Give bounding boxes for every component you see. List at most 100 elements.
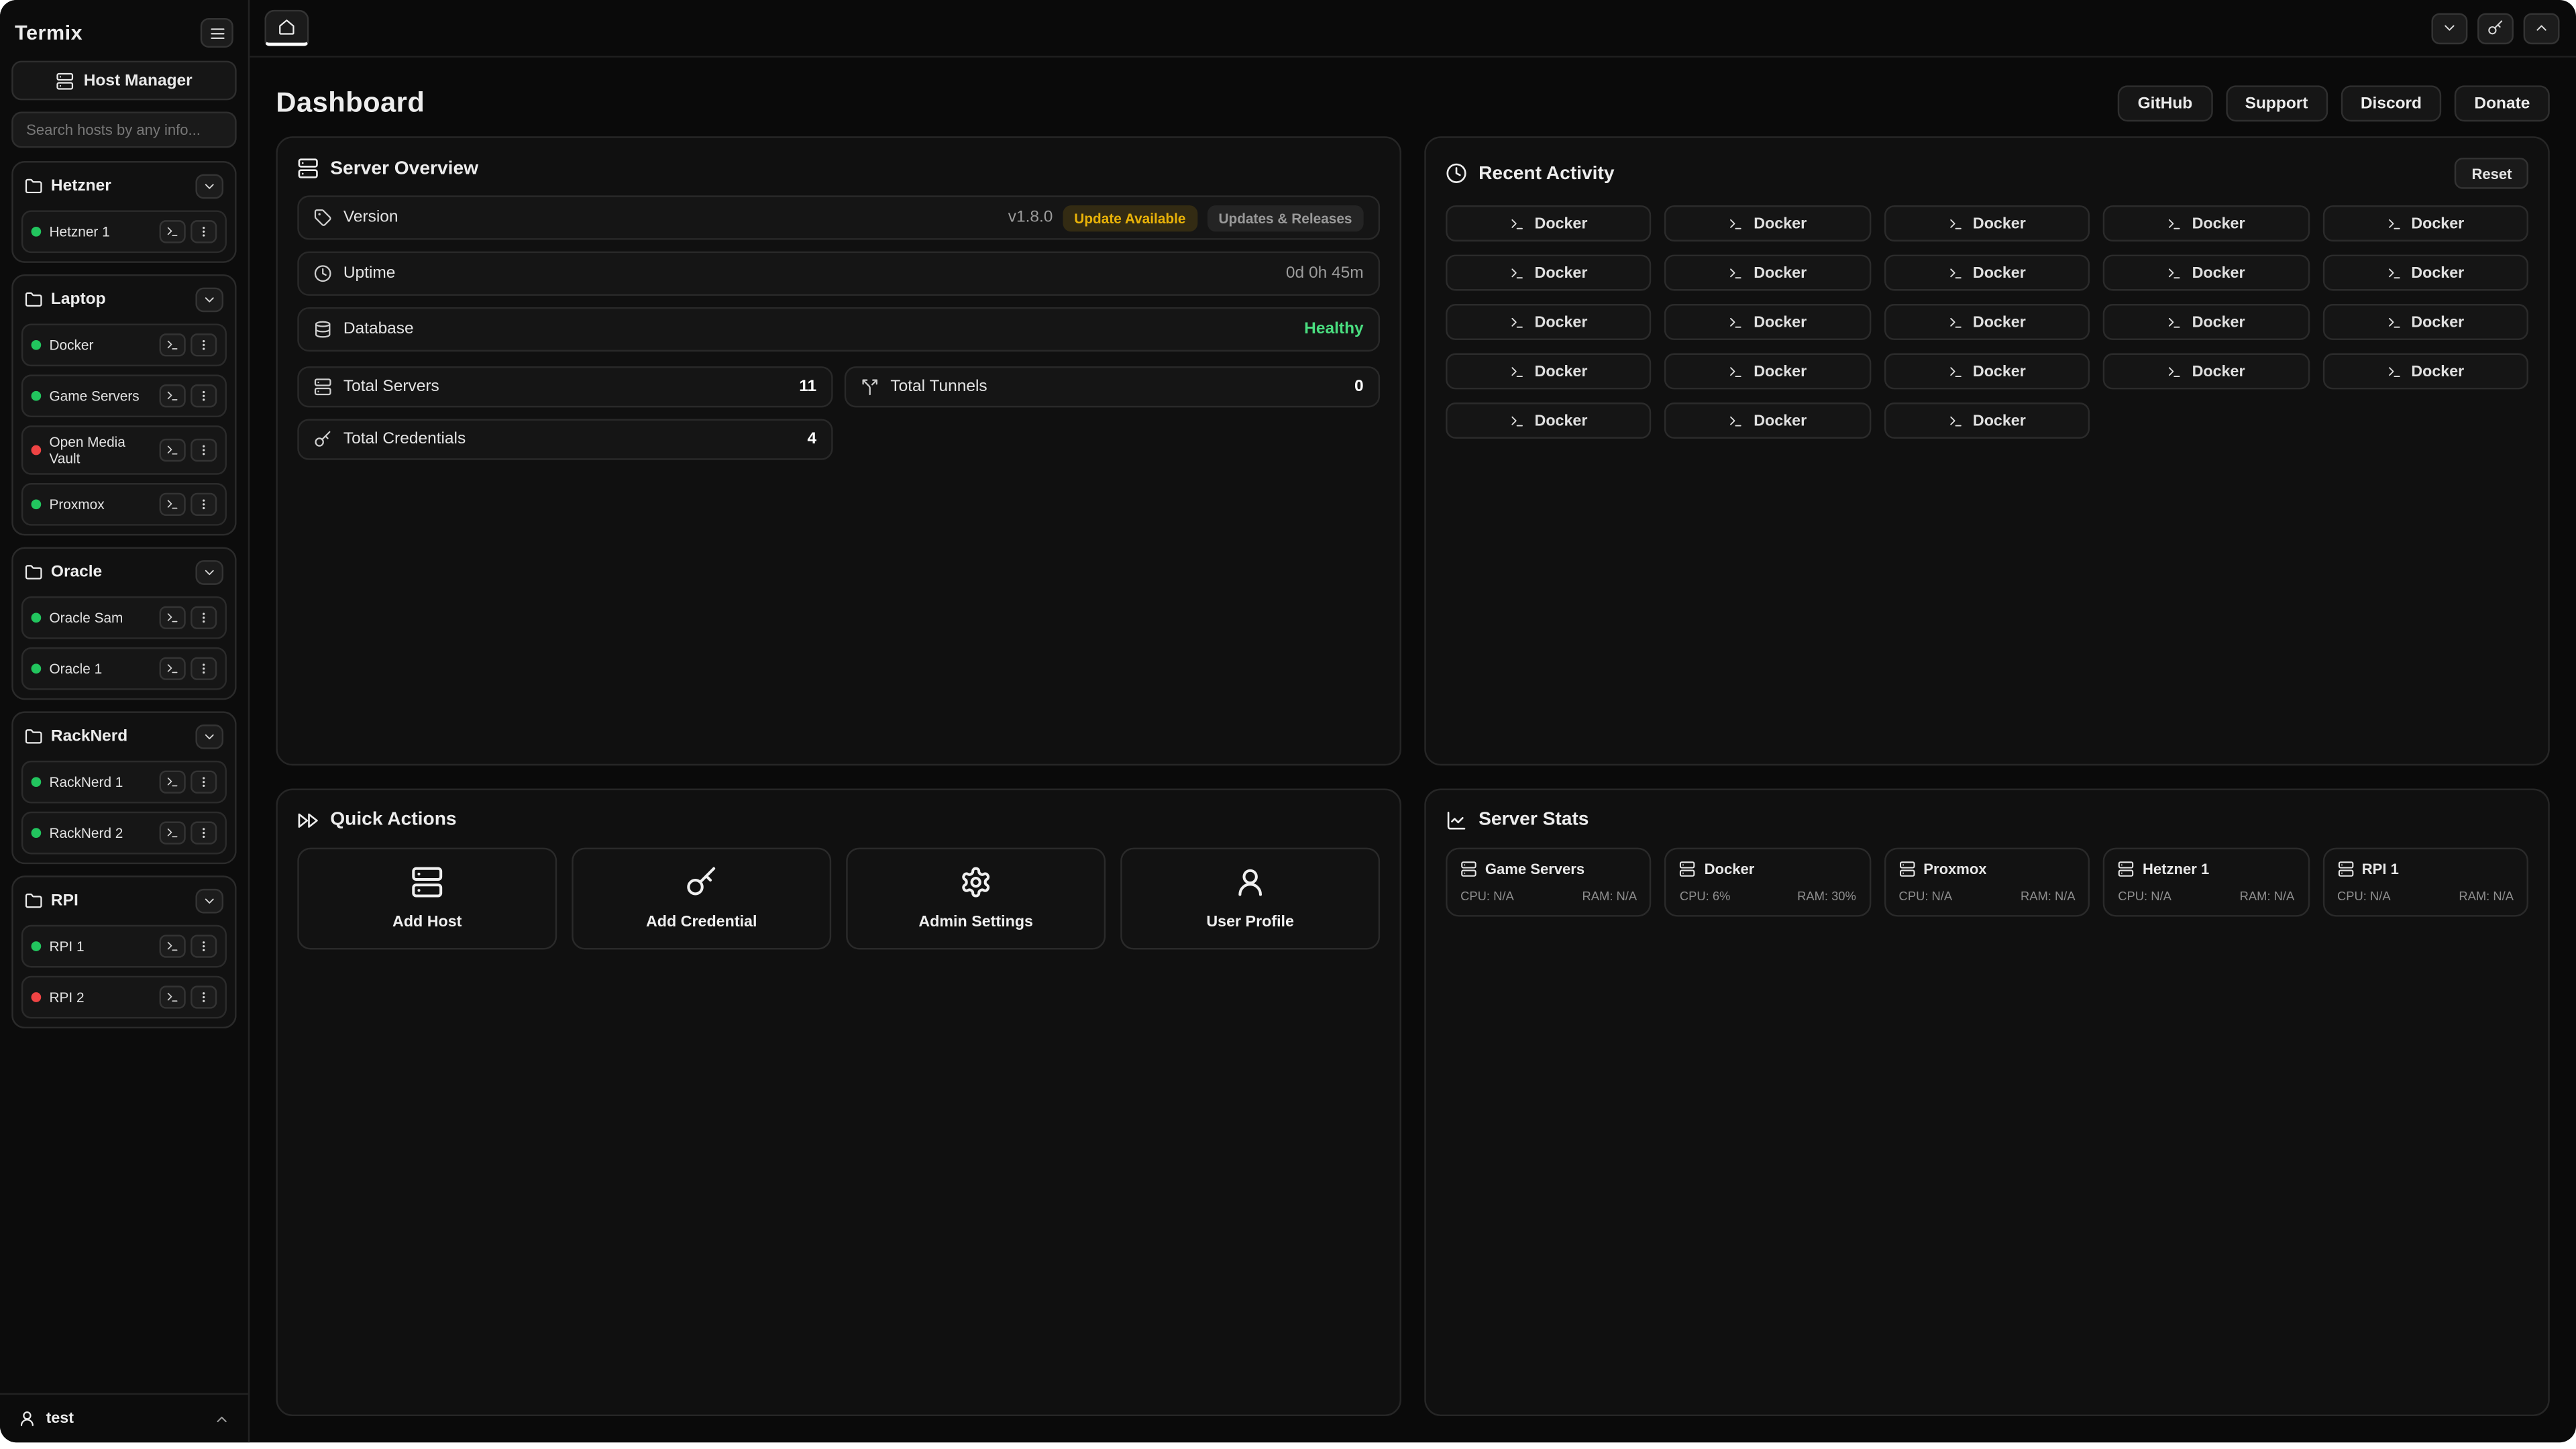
panel-collapse-button[interactable] [2524,12,2560,44]
header-link-button[interactable]: GitHub [2118,85,2212,121]
header-link-button[interactable]: Donate [2455,85,2550,121]
activity-docker-button[interactable]: Docker [1884,255,2090,291]
terminal-icon [1948,266,1963,280]
host-item[interactable]: Proxmox [21,484,227,527]
group-collapse-button[interactable] [195,174,223,199]
open-terminal-button[interactable] [160,333,186,356]
user-menu[interactable]: test [0,1393,248,1442]
group-collapse-button[interactable] [195,725,223,750]
host-item[interactable]: Docker [21,323,227,366]
uptime-row: Uptime 0d 0h 45m [297,252,1380,296]
host-menu-button[interactable] [191,658,217,681]
host-item[interactable]: Open Media Vault [21,425,227,475]
activity-docker-button[interactable]: Docker [2322,304,2528,340]
host-menu-button[interactable] [191,771,217,794]
activity-docker-button[interactable]: Docker [2103,354,2309,390]
open-terminal-button[interactable] [160,986,186,1009]
host-item[interactable]: RPI 1 [21,926,227,969]
host-menu-button[interactable] [191,439,217,462]
activity-docker-button[interactable]: Docker [1665,255,1871,291]
host-menu-button[interactable] [191,333,217,356]
activity-docker-button[interactable]: Docker [1446,205,1652,241]
open-terminal-button[interactable] [160,384,186,407]
activity-docker-button[interactable]: Docker [1884,354,2090,390]
group-collapse-button[interactable] [195,890,223,914]
activity-docker-button[interactable]: Docker [2322,255,2528,291]
header-link-button[interactable]: Support [2225,85,2328,121]
host-item[interactable]: Oracle 1 [21,648,227,691]
header-link-button[interactable]: Discord [2341,85,2441,121]
group-collapse-button[interactable] [195,561,223,586]
activity-docker-button[interactable]: Docker [1884,205,2090,241]
host-item[interactable]: Game Servers [21,374,227,417]
host-name: Oracle Sam [49,610,151,627]
status-dot [32,828,42,839]
open-terminal-button[interactable] [160,494,186,517]
open-terminal-button[interactable] [160,439,186,462]
activity-docker-button[interactable]: Docker [1665,354,1871,390]
host-group-header[interactable]: RPI [21,886,227,918]
host-menu-button[interactable] [191,822,217,845]
activity-docker-button[interactable]: Docker [1665,304,1871,340]
user-profile-button[interactable]: User Profile [1120,847,1380,949]
activity-docker-button[interactable]: Docker [1884,304,2090,340]
server-stat-tile[interactable]: Proxmox CPU: N/A RAM: N/A [1884,847,2090,916]
admin-settings-button[interactable]: Admin Settings [846,847,1106,949]
activity-docker-button[interactable]: Docker [1665,205,1871,241]
server-stat-tile[interactable]: Hetzner 1 CPU: N/A RAM: N/A [2103,847,2309,916]
update-available-badge[interactable]: Update Available [1063,205,1197,231]
host-menu-button[interactable] [191,935,217,958]
server-stat-tile[interactable]: RPI 1 CPU: N/A RAM: N/A [2322,847,2528,916]
open-terminal-button[interactable] [160,220,186,243]
activity-docker-button[interactable]: Docker [2322,354,2528,390]
activity-docker-button[interactable]: Docker [2103,255,2309,291]
server-stat-tile[interactable]: Game Servers CPU: N/A RAM: N/A [1446,847,1652,916]
server-stat-tile[interactable]: Docker CPU: 6% RAM: 30% [1665,847,1871,916]
host-list: RPI 1 [21,926,227,1020]
activity-docker-button[interactable]: Docker [2322,205,2528,241]
host-item[interactable]: Hetzner 1 [21,210,227,253]
host-menu-button[interactable] [191,220,217,243]
host-group-header[interactable]: RackNerd [21,722,227,753]
open-terminal-button[interactable] [160,607,186,630]
tab-home[interactable] [264,10,309,46]
activity-docker-button[interactable]: Docker [1446,354,1652,390]
updates-releases-button[interactable]: Updates & Releases [1207,205,1363,231]
ssh-keys-button[interactable] [2477,12,2514,44]
group-collapse-button[interactable] [195,288,223,313]
add-credential-button[interactable]: Add Credential [572,847,831,949]
add-host-button[interactable]: Add Host [297,847,557,949]
host-name: Proxmox [49,496,151,513]
activity-docker-button[interactable]: Docker [1446,255,1652,291]
host-menu-button[interactable] [191,986,217,1009]
host-menu-button[interactable] [191,607,217,630]
host-group-name: Oracle [51,564,187,582]
activity-docker-button[interactable]: Docker [1446,304,1652,340]
activity-docker-button[interactable]: Docker [1446,402,1652,439]
reset-button[interactable]: Reset [2455,158,2528,189]
host-menu-button[interactable] [191,384,217,407]
activity-docker-button[interactable]: Docker [1884,402,2090,439]
host-item[interactable]: RackNerd 2 [21,812,227,855]
search-input[interactable] [11,112,237,148]
host-name: Docker [49,337,151,354]
open-terminal-button[interactable] [160,822,186,845]
activity-docker-button[interactable]: Docker [2103,205,2309,241]
open-terminal-button[interactable] [160,658,186,681]
host-group-header[interactable]: Oracle [21,557,227,589]
open-terminal-button[interactable] [160,771,186,794]
host-item[interactable]: Oracle Sam [21,597,227,640]
activity-docker-button[interactable]: Docker [2103,304,2309,340]
host-item[interactable]: RackNerd 1 [21,761,227,804]
host-group-header[interactable]: Laptop [21,284,227,316]
host-menu-button[interactable] [191,494,217,517]
status-dot [32,391,42,401]
host-item[interactable]: RPI 2 [21,977,227,1020]
host-manager-button[interactable]: Host Manager [11,61,237,101]
host-group-header[interactable]: Hetzner [21,171,227,203]
sidebar-menu-button[interactable] [201,18,233,48]
activity-docker-button[interactable]: Docker [1665,402,1871,439]
open-terminal-button[interactable] [160,935,186,958]
tabs-dropdown-button[interactable] [2431,12,2467,44]
host-list: Oracle Sam [21,597,227,691]
